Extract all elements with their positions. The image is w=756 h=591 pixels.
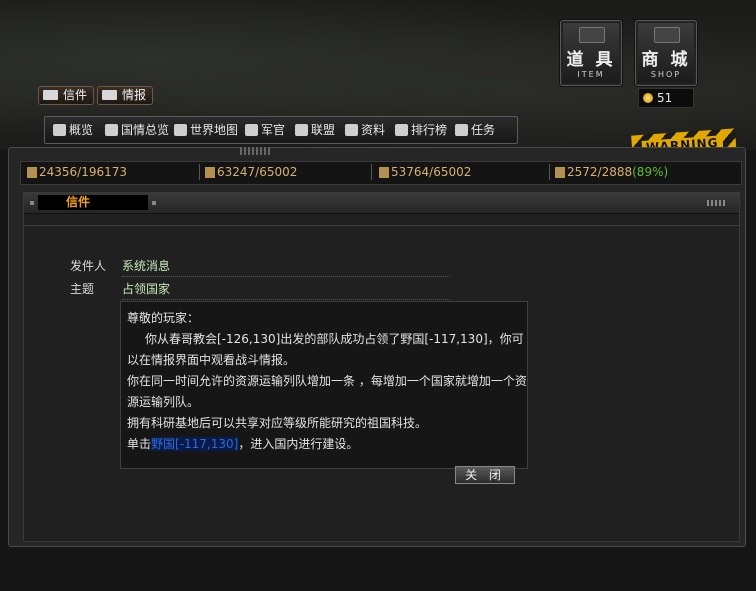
mail-panel: 信件 发件人 系统消息 主题 占领国家 尊敬的玩家： 你从春哥教会[-126,1…: [23, 192, 740, 542]
nav-item-nation[interactable]: 国情总览: [105, 121, 169, 139]
tab-intel-label: 情报: [122, 88, 147, 102]
panel-arrow-icon: [152, 201, 156, 205]
resource-value: 24356/196173: [39, 165, 128, 179]
resource-value: 53764/65002: [391, 165, 472, 179]
resource-energy: 2572/2888(89%): [555, 164, 735, 180]
message-line: 拥有科研基地后可以共享对应等级所能研究的祖国科技。: [127, 416, 428, 430]
item-button[interactable]: 道 具 ITEM: [560, 20, 622, 86]
eye-icon: [53, 124, 66, 136]
close-button[interactable]: 关 闭: [455, 466, 515, 484]
resource-value: 63247/65002: [217, 165, 298, 179]
sender-value: 系统消息: [122, 257, 450, 277]
shop-button[interactable]: 商 城 SHOP: [635, 20, 697, 86]
metal-resource-icon: [379, 167, 389, 178]
message-line: 你从春哥教会[-126,130]出发的部队成功占领了野国[-117,130]，你…: [127, 332, 524, 367]
nav-item-alliance[interactable]: 联盟: [295, 121, 335, 139]
resource-food: 63247/65002: [205, 164, 372, 180]
star-icon: [455, 124, 468, 136]
panel-title: 信件: [38, 195, 148, 210]
gold-value: 51: [657, 91, 673, 105]
item-icon: [579, 27, 605, 43]
frame-grip: [240, 147, 270, 155]
message-line: 单击野国[-117,130]，进入国内进行建设。: [127, 434, 527, 455]
resource-bar: 24356/196173 63247/65002 53764/65002 257…: [20, 161, 742, 185]
message-text: ，进入国内进行建设。: [238, 437, 359, 451]
message-greeting: 尊敬的玩家：: [127, 311, 200, 325]
shop-icon: [654, 27, 680, 43]
divider: [24, 225, 739, 226]
message-line: 你在同一时间允许的资源运输列队增加一条 ，每增加一个国家就增加一个资源运输列队。: [127, 374, 527, 409]
panel-grip-icon: [707, 200, 725, 206]
nav-label: 国情总览: [121, 123, 170, 137]
officer-icon: [245, 124, 258, 136]
tab-intel[interactable]: 情报: [97, 86, 154, 105]
shop-button-label: 商 城: [641, 50, 691, 70]
envelope-icon: [43, 90, 58, 100]
nation-icon: [105, 124, 118, 136]
panel-header: 信件: [24, 193, 739, 214]
tab-mail-label: 信件: [63, 88, 88, 102]
nav-label: 概览: [69, 123, 94, 137]
resource-metal: 53764/65002: [379, 164, 550, 180]
gold-counter: 51: [638, 88, 694, 108]
nav-label: 资料: [361, 123, 386, 137]
panel-arrow-icon: [30, 201, 34, 205]
resource-percent: (89%): [632, 165, 669, 179]
nav-item-overview[interactable]: 概览: [53, 121, 93, 139]
sender-label: 发件人: [70, 259, 107, 273]
map-icon: [174, 124, 187, 136]
nav-label: 排行榜: [411, 123, 448, 137]
document-icon: [345, 124, 358, 136]
coin-icon: [643, 93, 653, 103]
nav-item-world-map[interactable]: 世界地图: [174, 121, 238, 139]
item-button-sublabel: ITEM: [577, 70, 605, 79]
main-nav: 概览 国情总览 世界地图 军官 联盟 资料 排行榜 任务: [44, 116, 518, 144]
nav-item-officer[interactable]: 军官: [245, 121, 285, 139]
tab-mail[interactable]: 信件: [38, 86, 95, 105]
message-text: 单击: [127, 437, 152, 451]
country-link[interactable]: 野国[-117,130]: [151, 437, 239, 451]
food-resource-icon: [205, 167, 215, 178]
resource-value: 2572/2888: [567, 165, 633, 179]
alliance-icon: [295, 124, 308, 136]
nav-label: 任务: [471, 123, 496, 137]
energy-resource-icon: [555, 167, 565, 178]
nav-label: 联盟: [311, 123, 336, 137]
message-body: 尊敬的玩家： 你从春哥教会[-126,130]出发的部队成功占领了野国[-117…: [120, 301, 528, 469]
shop-button-sublabel: SHOP: [650, 70, 682, 79]
subject-label: 主题: [70, 282, 95, 296]
subject-value: 占领国家: [122, 280, 450, 300]
gold-resource-icon: [27, 167, 37, 178]
nav-item-ranking[interactable]: 排行榜: [395, 121, 447, 139]
item-button-label: 道 具: [566, 50, 616, 70]
nav-label: 世界地图: [190, 123, 239, 137]
report-icon: [102, 90, 117, 100]
nav-label: 军官: [261, 123, 286, 137]
resource-gold: 24356/196173: [27, 164, 200, 180]
ranking-icon: [395, 124, 408, 136]
nav-item-quest[interactable]: 任务: [455, 121, 495, 139]
nav-item-data[interactable]: 资料: [345, 121, 385, 139]
